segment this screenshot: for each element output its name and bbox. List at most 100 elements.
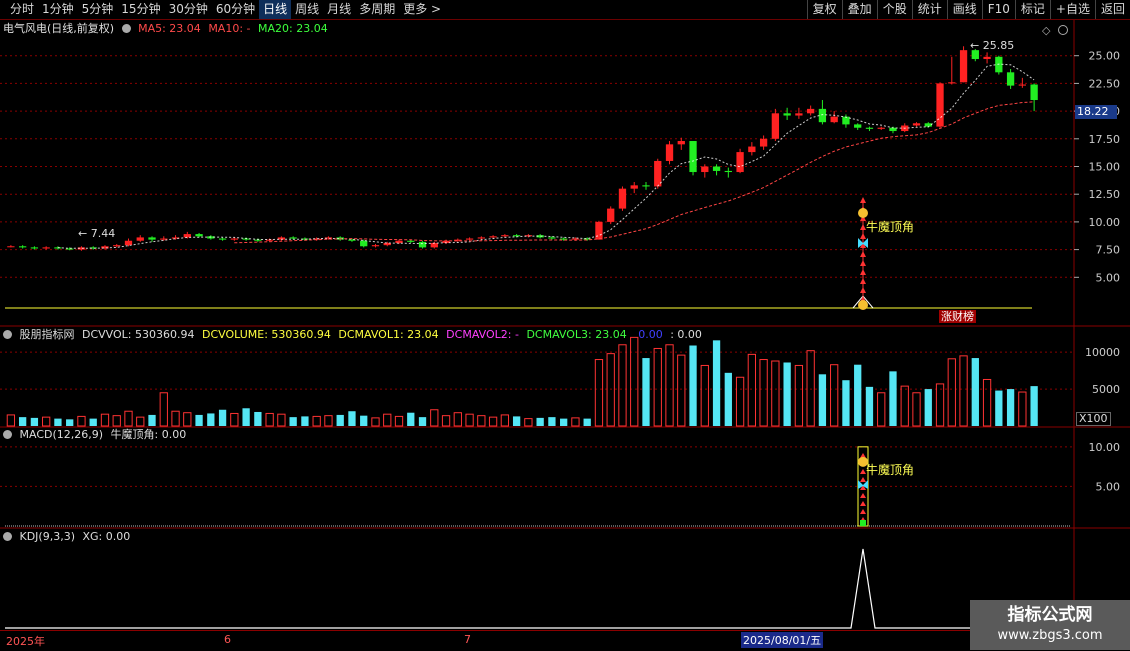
candle-body (924, 123, 932, 127)
macd-signal-arrow (860, 493, 866, 498)
volume-bar (935, 383, 945, 427)
volume-bar (783, 362, 791, 426)
chart-canvas: 25.0022.5020.0017.5015.0012.5010.007.505… (0, 20, 1130, 630)
volume-bar (407, 412, 415, 426)
candle-body (501, 235, 509, 237)
candle-body (195, 234, 203, 237)
volume-indicator-title[interactable]: 股朋指标网 (20, 328, 75, 341)
price-tick-label: 25.00 (1089, 50, 1121, 63)
volume-bar (618, 344, 627, 427)
volume-bar (689, 345, 697, 426)
volume-bar (900, 385, 909, 427)
volume-bar (1006, 389, 1015, 426)
macd-signal-arrow (860, 501, 866, 506)
date-label-year: 2025年 (6, 635, 45, 648)
volume-bar (207, 413, 215, 426)
candle-body (854, 124, 862, 128)
candle-body (795, 113, 803, 116)
candle-body (571, 238, 580, 240)
volume-bar (924, 389, 932, 426)
candle-body (842, 116, 850, 125)
volume-bar (265, 412, 274, 427)
volume-bar (477, 415, 486, 427)
macd-tick-label: 10.00 (1089, 441, 1121, 454)
volume-bar (394, 415, 404, 427)
volume-bar (66, 419, 74, 426)
candle-body (30, 247, 39, 249)
volume-bar (465, 413, 474, 427)
candle-body (689, 141, 697, 173)
cursor-date-label: 2025/08/01/五 (741, 632, 824, 648)
kdj-value: XG: 0.00 (82, 530, 131, 543)
volume-bar (6, 414, 16, 427)
volume-bar (560, 418, 568, 426)
candle-body (1006, 72, 1015, 86)
candle-body (113, 245, 121, 247)
volume-bar (254, 411, 262, 426)
volume-bar (877, 392, 886, 427)
candle-body (595, 221, 603, 240)
dropdown-circle-icon[interactable] (3, 330, 12, 339)
candle-body (759, 138, 768, 147)
candle-body (748, 146, 756, 153)
candle-body (407, 240, 415, 242)
volume-bar (606, 353, 615, 427)
ma20-line (234, 101, 1035, 244)
dcvolume-label: DCVOLUME: 530360.94 (201, 328, 331, 341)
dcmavol3-label: DCMAVOL3: 23.04 (526, 328, 627, 341)
candle-body (7, 246, 15, 248)
candle-body (959, 50, 968, 83)
current-price-value: 18.22 (1077, 105, 1109, 118)
volume-bar (747, 353, 756, 427)
volume-bar (488, 416, 498, 427)
candle-body (983, 56, 991, 60)
volume-bar (959, 355, 968, 427)
candle-body (418, 241, 427, 248)
volume-bar (594, 359, 604, 427)
volume-bar (830, 364, 839, 427)
volume-bar (818, 374, 827, 426)
volume-bar (912, 392, 921, 427)
price-tick-label: 5.00 (1096, 271, 1121, 284)
candle-body (807, 108, 815, 114)
macd-title[interactable]: MACD(12,26,9) (20, 428, 104, 441)
volume-bar (441, 415, 451, 427)
volume-bar (889, 371, 897, 426)
candle-body (230, 238, 238, 240)
candle-body (18, 246, 27, 248)
candle-body (477, 237, 485, 239)
volume-bar (712, 340, 721, 426)
volume-bar (806, 350, 815, 427)
volume-bar (124, 410, 133, 427)
dropdown-circle-icon[interactable] (3, 532, 12, 541)
candle-body (771, 113, 780, 139)
dropdown-circle-icon[interactable] (3, 430, 12, 439)
price-tick-label: 7.50 (1096, 244, 1121, 257)
volume-bar (571, 417, 580, 427)
volume-bar (947, 358, 956, 427)
candle-body (489, 236, 497, 238)
volume-bar (854, 364, 862, 426)
volume-bar (677, 354, 686, 427)
volume-bar (277, 413, 286, 427)
volume-bar (735, 376, 745, 427)
volume-bar (218, 409, 227, 426)
candle-body (783, 113, 791, 116)
volume-bar (171, 410, 180, 427)
volume-bar (700, 364, 709, 427)
price-tick-label: 15.00 (1089, 161, 1121, 174)
watermark-title: 指标公式网 (1007, 605, 1093, 625)
volume-bar (548, 417, 556, 426)
macd-value: 牛魔顶角: 0.00 (110, 428, 187, 441)
volume-bar (971, 358, 979, 426)
volume-bar (136, 416, 145, 427)
watermark-logo: 指标公式网 www.zbgs3.com (970, 600, 1130, 650)
volume-bar (54, 418, 62, 426)
volume-bar (536, 417, 544, 426)
candle-body (371, 245, 380, 247)
kdj-title[interactable]: KDJ(9,3,3) (20, 530, 76, 543)
volume-bar (453, 412, 462, 427)
zhangcai-badge[interactable]: 涨财榜 (939, 310, 976, 323)
coin-icon (858, 300, 868, 310)
candle-body (830, 116, 838, 123)
